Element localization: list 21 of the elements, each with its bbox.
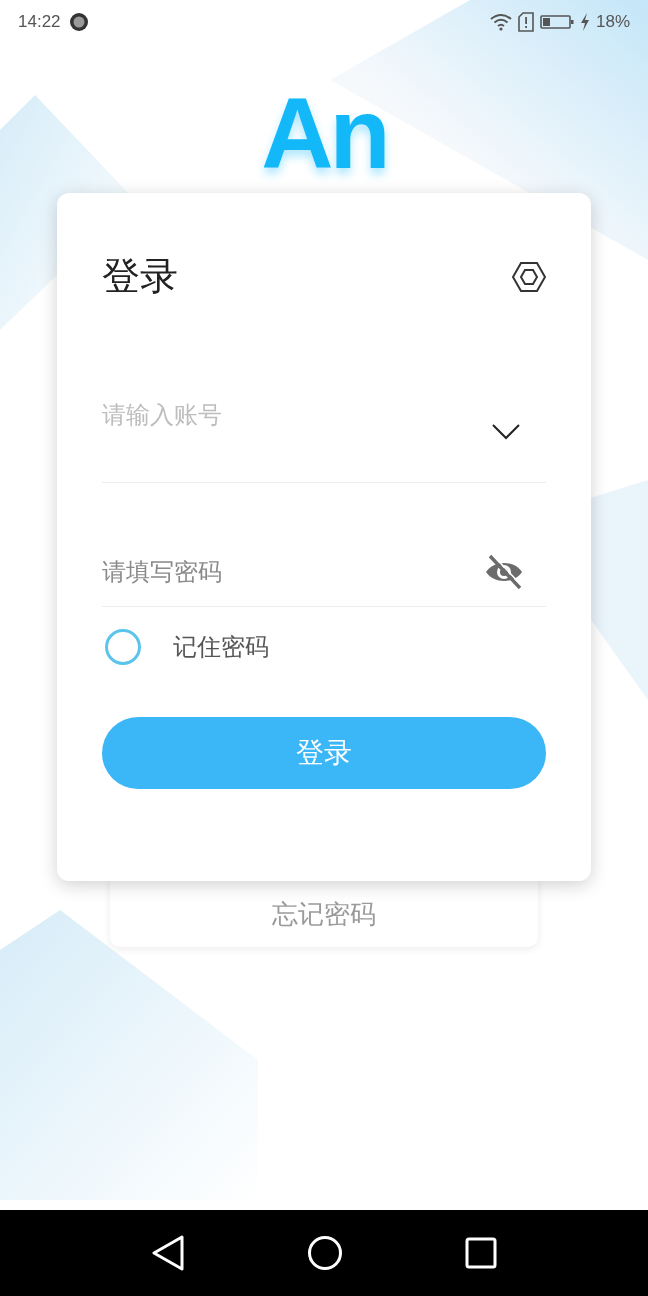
remember-label: 记住密码 bbox=[173, 632, 269, 662]
login-button[interactable]: 登录 bbox=[102, 717, 546, 789]
back-icon[interactable] bbox=[151, 1235, 185, 1271]
charging-icon bbox=[579, 13, 590, 31]
settings-icon[interactable] bbox=[512, 260, 546, 293]
remember-checkbox[interactable] bbox=[105, 629, 141, 665]
clock-time: 14:22 bbox=[18, 11, 61, 34]
recents-icon[interactable] bbox=[465, 1237, 497, 1269]
sim-alert-icon bbox=[517, 12, 534, 32]
password-field[interactable]: 请填写密码 bbox=[102, 553, 484, 590]
app-logo: An bbox=[261, 78, 387, 188]
battery-percentage: 18% bbox=[595, 11, 630, 34]
record-icon bbox=[68, 12, 89, 32]
eye-slash-icon[interactable] bbox=[484, 553, 524, 590]
chevron-down-icon[interactable] bbox=[492, 424, 520, 440]
wifi-icon bbox=[489, 13, 512, 31]
card-title: 登录 bbox=[102, 254, 178, 299]
account-field[interactable]: 请输入账号 bbox=[102, 397, 492, 433]
home-icon[interactable] bbox=[307, 1235, 343, 1271]
battery-icon bbox=[539, 14, 574, 30]
forgot-password-link[interactable]: 忘记密码 bbox=[272, 894, 376, 934]
